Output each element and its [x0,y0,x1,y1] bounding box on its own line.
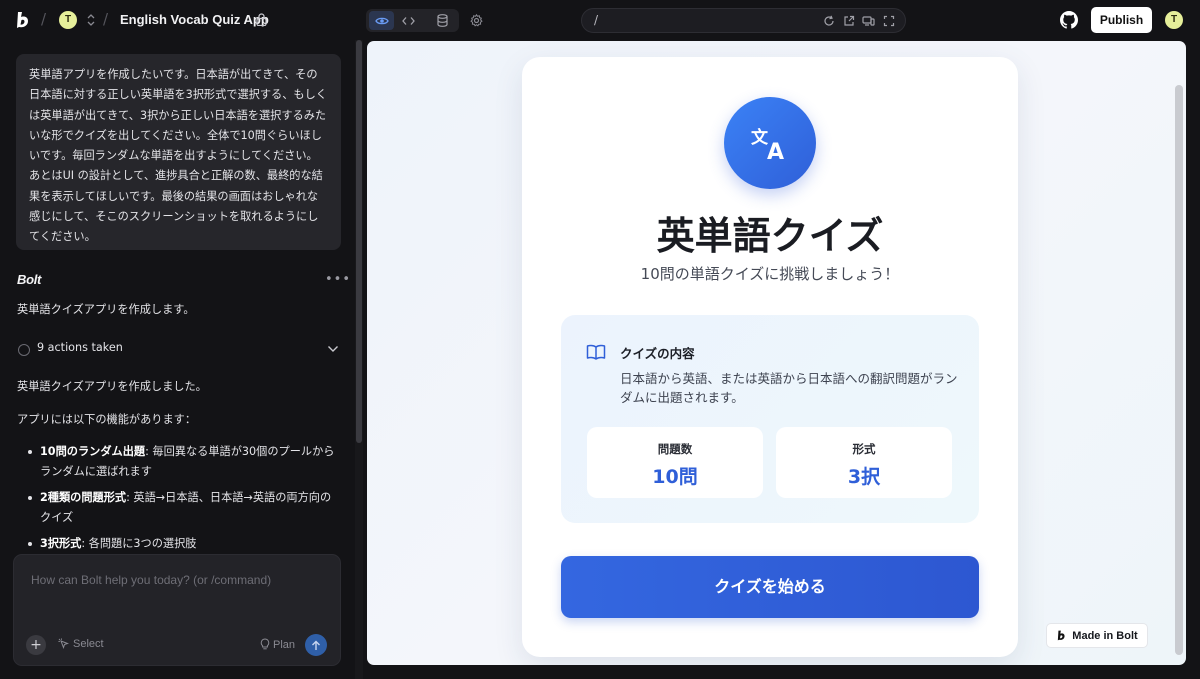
bolt-logo-icon [1058,630,1065,641]
list-item: 3択形式: 各問題に3つの選択肢 [26,534,342,554]
more-options-button[interactable]: ••• [325,272,351,287]
assistant-done: 英単語クイズアプリを作成しました。 [17,380,207,393]
lightbulb-icon [260,638,270,650]
arrow-up-icon [312,640,320,650]
feature-list: 10問のランダム出題: 毎回異なる単語が30個のプールからランダムに選ばれます … [26,442,342,560]
stat-label: 問題数 [657,442,693,456]
plan-button[interactable]: Plan [260,638,295,651]
list-item: 2種類の問題形式: 英語→日本語、日本語→英語の両方向のクイズ [26,488,342,528]
page-subtitle: 10問の単語クイズに挑戦しましょう！ [640,265,900,283]
stat-format: 形式 3択 [776,427,952,498]
breadcrumb-separator: / [41,10,47,28]
send-button[interactable] [305,634,327,656]
lock-icon [256,13,267,26]
github-icon[interactable] [1060,11,1078,29]
actions-summary[interactable]: 9 actions taken [17,340,341,360]
chat-input[interactable]: How can Bolt help you today? (or /comman… [31,573,271,587]
reload-icon[interactable] [822,14,835,27]
quiz-info-box: クイズの内容 日本語から英語、または英語から日本語への翻訳問題がランダムに出題さ… [561,315,979,523]
info-title: クイズの内容 [620,346,695,361]
database-view-button[interactable] [430,11,455,30]
status-circle-icon [18,344,30,356]
page-title: 英単語クイズ [656,214,884,258]
preview-scrollbar[interactable] [1175,85,1183,655]
chat-panel: 英単語アプリを作成したいです。日本語が出てきて、その日本語に対する正しい英単語を… [0,40,356,679]
code-view-button[interactable] [396,11,421,30]
chat-scrollbar[interactable] [355,40,363,679]
code-icon [402,16,415,25]
stat-value: 10問 [652,466,698,488]
chat-scrollbar-thumb[interactable] [356,40,362,443]
url-bar[interactable]: / [581,8,906,33]
stat-value: 3択 [847,466,881,488]
user-avatar[interactable]: T [1165,11,1183,29]
assistant-intro: 英単語クイズアプリを作成します。 [17,303,195,316]
made-in-bolt-badge[interactable]: Made in Bolt [1046,623,1148,648]
list-item: 10問のランダム出題: 毎回異なる単語が30個のプールからランダムに選ばれます [26,442,342,482]
assistant-name: Bolt [17,272,42,287]
bolt-logo-icon[interactable] [14,11,32,29]
switch-chevron-icon[interactable] [86,12,96,28]
info-description: 日本語から英語、または英語から日本語への翻訳問題がランダムに出題されます。 [620,371,958,405]
features-intro: アプリには以下の機能があります： [17,413,197,426]
breadcrumb-separator: / [103,10,109,28]
view-switcher [366,9,459,32]
team-avatar[interactable]: T [59,11,77,29]
gear-icon [469,13,483,27]
url-path[interactable]: / [594,13,598,27]
project-title[interactable]: English Vocab Quiz App [120,12,269,27]
settings-button[interactable] [468,12,484,28]
publish-button[interactable]: Publish [1091,7,1152,33]
preview-view-button[interactable] [369,11,394,30]
open-external-icon[interactable] [842,14,855,27]
quiz-start-card: 文 A 英単語クイズ 10問の単語クイズに挑戦しましょう！ クイズの内容 日本語… [522,57,1018,657]
add-attachment-button[interactable]: + [26,635,46,655]
cursor-sparkle-icon [58,638,69,649]
top-bar: / T / English Vocab Quiz App / Publish T [0,0,1200,40]
chat-composer: How can Bolt help you today? (or /comman… [13,554,341,666]
app-preview: 文 A 英単語クイズ 10問の単語クイズに挑戦しましょう！ クイズの内容 日本語… [367,41,1186,665]
device-toggle-icon[interactable] [862,14,875,27]
svg-text:A: A [767,140,784,163]
eye-icon [374,17,389,24]
translate-icon: 文 A [724,97,816,189]
chevron-down-icon[interactable] [327,344,339,354]
fullscreen-icon[interactable] [882,14,895,27]
stat-label: 形式 [852,442,876,456]
select-button[interactable]: Select [58,638,104,650]
stat-question-count: 問題数 10問 [587,427,763,498]
user-message: 英単語アプリを作成したいです。日本語が出てきて、その日本語に対する正しい英単語を… [16,54,341,250]
database-icon [437,14,448,27]
actions-label: 9 actions taken [37,341,123,354]
start-quiz-button[interactable]: クイズを始める [561,556,979,618]
book-open-icon [586,344,606,360]
